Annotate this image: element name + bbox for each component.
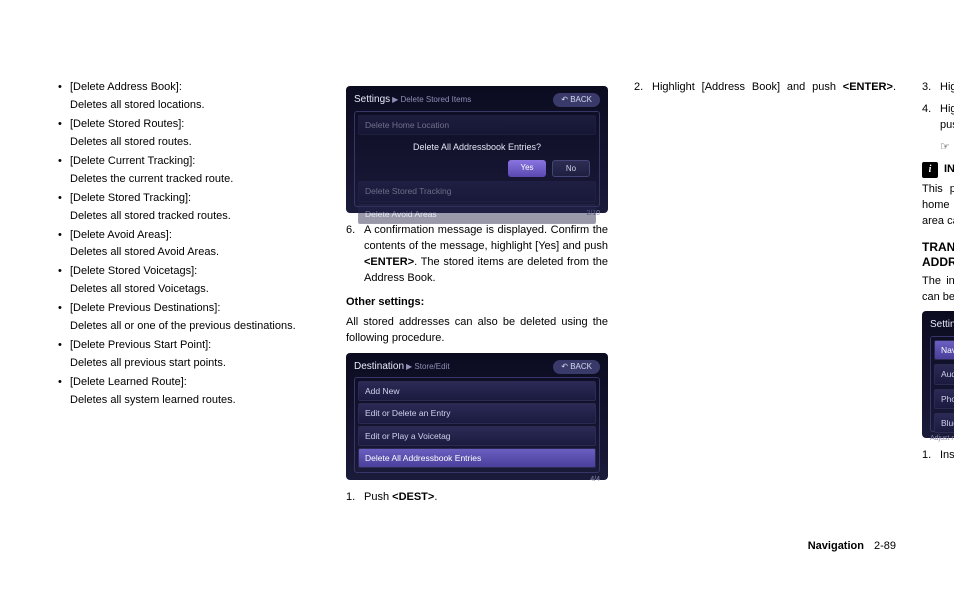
opt-label: [Delete Learned Route]:: [70, 376, 187, 388]
enter-key: <ENTER>: [364, 256, 414, 268]
dest-key: <DEST>: [392, 491, 434, 503]
opt-label: [Delete Previous Start Point]:: [70, 339, 211, 351]
enter-key: <ENTER>: [843, 81, 893, 93]
scr-row: Delete Avoid Areas: [358, 204, 596, 224]
page-footer: Navigation 2-89: [808, 539, 896, 555]
step-text: Highlight [Store/Edit] and push: [940, 81, 954, 93]
screenshot-settings: Settings ↶ BACK Navigation Audio Phone B…: [922, 311, 954, 438]
scr-row: Audio: [934, 364, 954, 384]
scr-dialog-msg: Delete All Addressbook Entries?: [358, 141, 596, 154]
step-text: .: [893, 81, 896, 93]
info-label: INFO:: [944, 162, 954, 178]
scr-row: Delete Home Location: [358, 115, 596, 135]
opt-desc: Deletes all stored Voicetags.: [70, 282, 320, 298]
step-text: A confirmation message is displayed. Con…: [364, 224, 608, 252]
other-settings-heading: Other settings:: [346, 295, 608, 311]
opt-desc: Deletes all stored tracked routes.: [70, 209, 320, 225]
step-text: Highlight [Delete All Addressbook Entrie…: [940, 103, 954, 131]
opt-desc: Deletes all stored routes.: [70, 135, 320, 151]
opt-desc: Deletes all stored locations.: [70, 98, 320, 114]
step-text: Insert a USB device and push: [940, 449, 954, 461]
opt-label: [Delete Current Tracking]:: [70, 155, 195, 167]
back-button-icon: ↶ BACK: [553, 360, 600, 374]
scr-row: Edit or Delete an Entry: [358, 403, 596, 423]
opt-label: [Delete Address Book]:: [70, 81, 182, 93]
delete-options-list: [Delete Address Book]: Deletes all stored…: [58, 80, 320, 409]
scr-row-selected: Delete All Addressbook Entries: [358, 448, 596, 468]
other-settings-body: All stored addresses can also be deleted…: [346, 315, 608, 347]
hand-pointer-icon: ☞: [940, 140, 950, 156]
opt-desc: Deletes all or one of the previous desti…: [70, 319, 320, 335]
transfer-section-title: TRANSFERRING INFORMATION TO/ FROM ADDRES…: [922, 240, 954, 270]
dest-steps-continued: Highlight [Store/Edit] and push <ENTER>.…: [922, 80, 954, 134]
scr-row-selected: Navigation: [934, 340, 954, 360]
scr-row: Phone: [934, 389, 954, 409]
info-body: This procedure applies only for deleting…: [922, 182, 954, 230]
step-text: .: [434, 491, 437, 503]
opt-label: [Delete Previous Destinations]:: [70, 302, 220, 314]
scr-title: Settings: [930, 319, 954, 330]
yes-button: Yes: [508, 160, 546, 178]
scr-row: Delete Stored Tracking: [358, 181, 596, 201]
back-button-icon: ↶ BACK: [553, 93, 600, 107]
no-button: No: [552, 160, 590, 178]
scr-row: Bluetooth: [934, 413, 954, 433]
screenshot-confirm-delete: Settings▶ Delete Stored Items ↶ BACK Del…: [346, 86, 608, 213]
step-text: Push: [364, 491, 392, 503]
opt-label: [Delete Stored Routes]:: [70, 118, 184, 130]
procedure-step-6: A confirmation message is displayed. Con…: [346, 223, 608, 287]
opt-label: [Delete Avoid Areas]:: [70, 229, 172, 241]
scr-page-indicator: 4/4: [354, 473, 600, 485]
scr-breadcrumb: ▶ Store/Edit: [406, 362, 450, 371]
transfer-body: The information of the stored home and a…: [922, 274, 954, 306]
footer-page-number: 2-89: [874, 540, 896, 552]
scr-title: Settings: [354, 94, 390, 105]
step-text: Highlight [Address Book] and push: [652, 81, 843, 93]
scr-row: Edit or Play a Voicetag: [358, 426, 596, 446]
footer-section: Navigation: [808, 540, 864, 552]
opt-label: [Delete Stored Tracking]:: [70, 192, 191, 204]
screenshot-destination: Destination▶ Store/Edit ↶ BACK Add New E…: [346, 353, 608, 480]
opt-label: [Delete Stored Voicetags]:: [70, 265, 197, 277]
opt-desc: Deletes all previous start points.: [70, 356, 320, 372]
scr-breadcrumb: ▶ Delete Stored Items: [392, 95, 471, 104]
scr-help-text: Adjust navigation settings: [930, 432, 954, 444]
scr-title: Destination: [354, 361, 404, 372]
opt-desc: Deletes the current tracked route.: [70, 172, 320, 188]
opt-desc: Deletes all stored Avoid Areas.: [70, 245, 320, 261]
opt-desc: Deletes all system learned routes.: [70, 393, 320, 409]
info-icon: i: [922, 162, 938, 178]
usb-steps: Insert a USB device and push <SETTING>.: [922, 448, 954, 464]
scr-row: Add New: [358, 381, 596, 401]
